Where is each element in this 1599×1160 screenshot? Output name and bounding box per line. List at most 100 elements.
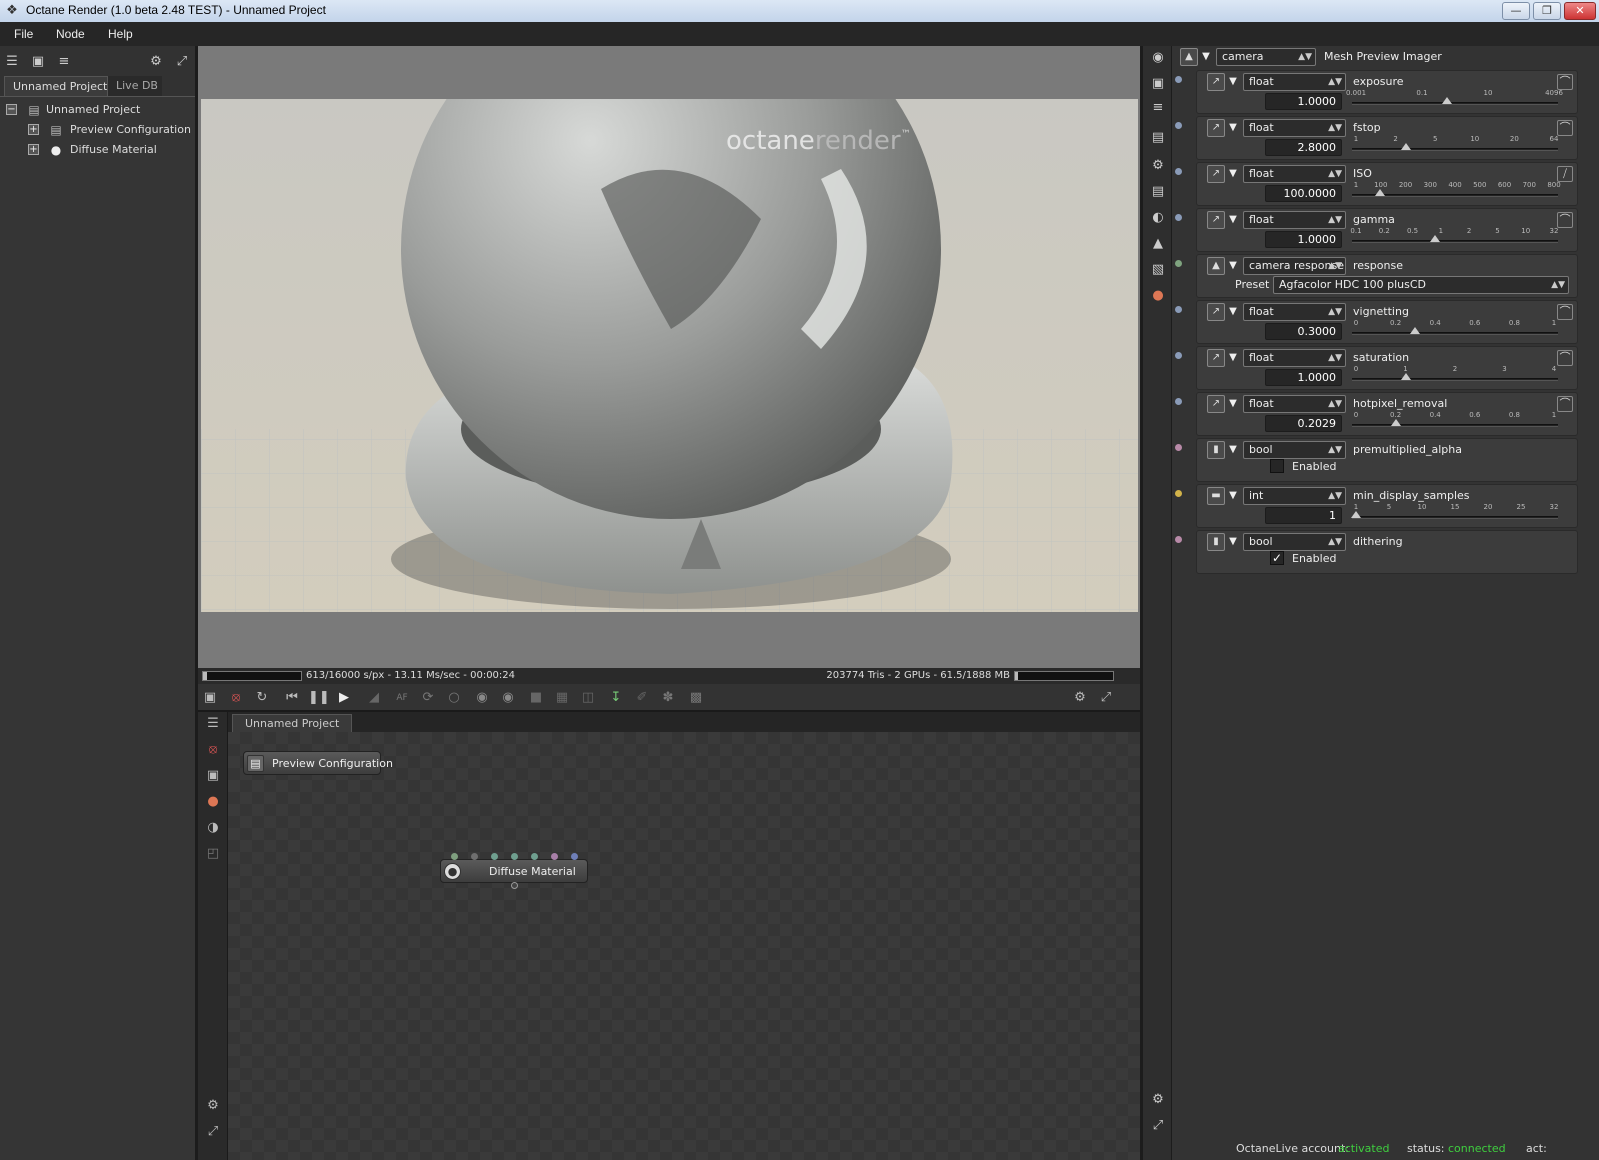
render-target-icon[interactable]: ◐ bbox=[1148, 208, 1168, 228]
curve-icon[interactable]: ⌒ bbox=[1557, 212, 1573, 228]
attribute-pin[interactable] bbox=[1175, 490, 1182, 497]
render-image[interactable]: octanerender™ bbox=[201, 99, 1138, 612]
curve-icon[interactable]: ⌒ bbox=[1557, 74, 1573, 90]
value-slider[interactable]: 1 2 5 10 20 64 bbox=[1352, 135, 1558, 157]
lock-icon[interactable]: ▩ bbox=[686, 688, 706, 708]
list-icon[interactable]: ≡ bbox=[54, 52, 74, 72]
node-diffuse-material[interactable]: ● Diffuse Material bbox=[440, 853, 588, 889]
attribute-pin[interactable] bbox=[1175, 306, 1182, 313]
input-pin[interactable] bbox=[491, 853, 498, 860]
value-field[interactable]: 1.0000 bbox=[1265, 369, 1342, 386]
value-slider[interactable]: 1 100 200 300 400 500 600 700 800 bbox=[1352, 181, 1561, 203]
enabled-checkbox[interactable] bbox=[1270, 459, 1284, 473]
attribute-pin[interactable] bbox=[1175, 122, 1182, 129]
slider-track[interactable] bbox=[1352, 148, 1558, 151]
type-select[interactable]: camera response ▲▼ bbox=[1243, 257, 1346, 275]
type-select[interactable]: int ▲▼ bbox=[1243, 487, 1346, 505]
minimize-button[interactable]: — bbox=[1502, 2, 1530, 20]
slider-thumb[interactable] bbox=[1374, 189, 1385, 196]
tree-item-diffuse-material[interactable]: + ● Diffuse Material bbox=[28, 141, 191, 159]
menu-node[interactable]: Node bbox=[56, 27, 85, 41]
camera-icon[interactable]: ◉ bbox=[1148, 48, 1168, 68]
close-button[interactable]: ✕ bbox=[1564, 2, 1596, 20]
attribute-pin[interactable] bbox=[1175, 260, 1182, 267]
attribute-pin[interactable] bbox=[1175, 214, 1182, 221]
input-pin[interactable] bbox=[471, 853, 478, 860]
attribute-pin[interactable] bbox=[1175, 76, 1182, 83]
collapse-icon[interactable]: ▼ bbox=[1227, 487, 1239, 505]
attribute-exposure[interactable]: ↗ ▼ float ▲▼ exposure 1.0000 ⌒ 0.001 0.1 10 4096 bbox=[1175, 70, 1578, 114]
value-field[interactable]: 0.2029 bbox=[1265, 415, 1342, 432]
stop-render-icon[interactable]: ⦻ bbox=[226, 688, 246, 708]
collapse-icon[interactable]: ▼ bbox=[1227, 119, 1239, 137]
autofocus-icon[interactable]: AF bbox=[392, 688, 412, 708]
panel-icon[interactable]: ▤ bbox=[1148, 182, 1168, 202]
slider-track[interactable] bbox=[1352, 240, 1558, 243]
value-slider[interactable]: 0 0.2 0.4 0.6 0.8 1 bbox=[1352, 411, 1558, 433]
output-pin[interactable] bbox=[511, 882, 518, 889]
menu-file[interactable]: File bbox=[14, 27, 33, 41]
split-view-icon[interactable]: ◫ bbox=[578, 688, 598, 708]
tree-item-preview-configuration[interactable]: + ▤ Preview Configuration bbox=[28, 121, 191, 139]
attribute-premultiplied-alpha[interactable]: ▮ ▼ bool ▲▼ premultiplied_alpha Enabled bbox=[1175, 438, 1578, 482]
brush-icon[interactable]: ✐ bbox=[632, 688, 652, 708]
white-balance-icon[interactable]: ○ bbox=[444, 688, 464, 708]
value-field[interactable]: 2.8000 bbox=[1265, 139, 1342, 156]
tree-item-project[interactable]: − ▤ Unnamed Project bbox=[6, 101, 191, 119]
tab-unnamed-project[interactable]: Unnamed Project bbox=[232, 714, 353, 732]
type-select[interactable]: float ▲▼ bbox=[1243, 73, 1346, 91]
focus-picker-icon[interactable]: ⟳ bbox=[418, 688, 438, 708]
slider-thumb[interactable] bbox=[1442, 97, 1453, 104]
mesh-icon[interactable]: ▣ bbox=[203, 766, 223, 786]
slider-thumb[interactable] bbox=[1391, 419, 1402, 426]
postprocess-icon[interactable]: ▧ bbox=[1148, 260, 1168, 280]
wrench-icon[interactable]: ⚙ bbox=[203, 1096, 223, 1116]
tree-view-icon[interactable]: ☰ bbox=[2, 52, 22, 72]
value-slider[interactable]: 0.1 0.2 0.5 1 2 5 10 32 bbox=[1350, 227, 1558, 249]
collapse-icon[interactable]: ▼ bbox=[1227, 257, 1239, 275]
play-icon[interactable]: ▶ bbox=[334, 688, 354, 708]
input-pin[interactable] bbox=[451, 853, 458, 860]
attribute-pin[interactable] bbox=[1175, 398, 1182, 405]
collapse-icon[interactable]: ▼ bbox=[1227, 395, 1239, 413]
collapse-icon[interactable]: ▼ bbox=[1227, 211, 1239, 229]
attribute-gamma[interactable]: ↗ ▼ float ▲▼ gamma 1.0000 ⌒ 0.1 0.2 0.5 1 2 5 10 32 bbox=[1175, 208, 1578, 252]
maximize-button[interactable]: ❐ bbox=[1533, 2, 1561, 20]
value-slider[interactable]: 0 0.2 0.4 0.6 0.8 1 bbox=[1352, 319, 1558, 341]
curve-icon[interactable]: ⧸ bbox=[1557, 166, 1573, 182]
value-field[interactable]: 1.0000 bbox=[1265, 93, 1342, 110]
pause-icon[interactable]: ❚❚ bbox=[308, 688, 330, 708]
material-icon[interactable]: ● bbox=[203, 792, 223, 812]
material-icon[interactable]: ● bbox=[1148, 286, 1168, 306]
slider-thumb[interactable] bbox=[1410, 327, 1421, 334]
paint-icon[interactable]: ✽ bbox=[658, 688, 678, 708]
attribute-pin[interactable] bbox=[1175, 444, 1182, 451]
type-select[interactable]: float ▲▼ bbox=[1243, 165, 1346, 183]
region-icon[interactable]: ◢ bbox=[364, 688, 384, 708]
viewport-lock-icon[interactable]: ◉ bbox=[472, 688, 492, 708]
input-pin[interactable] bbox=[531, 853, 538, 860]
slider-thumb[interactable] bbox=[1430, 235, 1441, 242]
attribute-response[interactable]: ▲ ▼ camera response ▲▼ response Preset Agfacol… bbox=[1175, 254, 1578, 298]
fullscreen-icon[interactable]: ⤢ bbox=[172, 52, 192, 72]
fullscreen-icon[interactable]: ⤢ bbox=[1148, 1116, 1168, 1136]
type-select[interactable]: float ▲▼ bbox=[1243, 395, 1346, 413]
collapse-icon[interactable]: ▼ bbox=[1227, 303, 1239, 321]
attribute-vignetting[interactable]: ↗ ▼ float ▲▼ vignetting 0.3000 ⌒ 0 0.2 0.4 0.6 0.8 1 bbox=[1175, 300, 1578, 344]
node-tree-icon[interactable]: ☰ bbox=[203, 714, 223, 734]
slider-thumb[interactable] bbox=[1351, 511, 1361, 518]
material-picker-icon[interactable]: ◉ bbox=[498, 688, 518, 708]
collapse-icon[interactable]: ▼ bbox=[1227, 349, 1239, 367]
type-select[interactable]: float ▲▼ bbox=[1243, 349, 1346, 367]
attribute-pin[interactable] bbox=[1175, 536, 1182, 543]
menu-help[interactable]: Help bbox=[108, 27, 133, 41]
render-viewport[interactable]: octanerender™ bbox=[198, 46, 1140, 668]
type-select[interactable]: float ▲▼ bbox=[1243, 303, 1346, 321]
layers-icon[interactable]: ▣ bbox=[28, 52, 48, 72]
type-select[interactable]: bool ▲▼ bbox=[1243, 441, 1346, 459]
input-pin[interactable] bbox=[551, 853, 558, 860]
value-field[interactable]: 1.0000 bbox=[1265, 231, 1342, 248]
collapse-icon[interactable]: ▼ bbox=[1227, 441, 1239, 459]
image-icon[interactable]: ▤ bbox=[1148, 128, 1168, 148]
display-mode-icon[interactable]: ■ bbox=[526, 688, 546, 708]
